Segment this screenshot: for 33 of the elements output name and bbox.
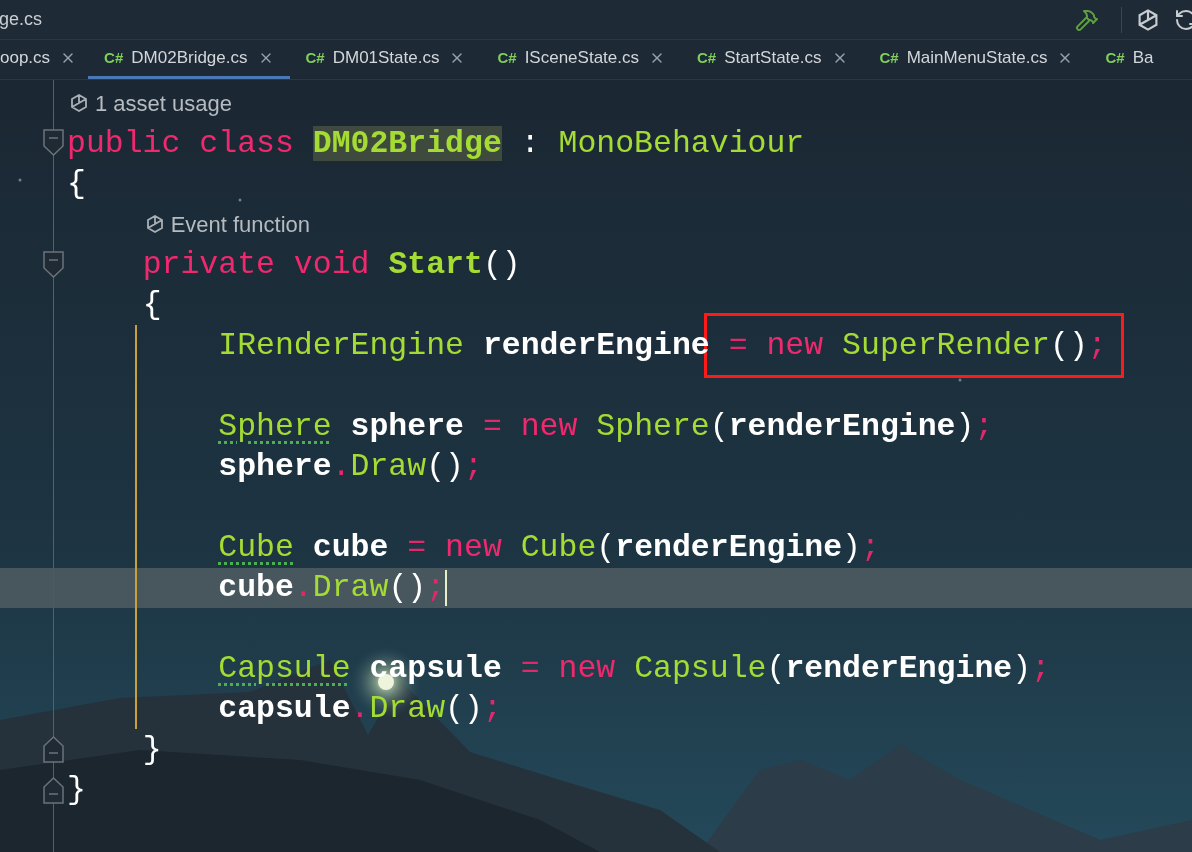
code-line: { [67,168,86,200]
refresh-icon[interactable] [1174,7,1192,32]
code-line: { [141,289,162,321]
code-line: capsule.Draw(); [217,693,502,725]
text-caret [445,569,448,606]
hammer-icon[interactable] [1075,7,1099,32]
file-type-label: C# [697,47,717,68]
code-line: Sphere sphere = new Sphere(renderEngine); [217,410,994,443]
code-line: public class DM02Bridge : MonoBehaviour [67,127,805,160]
cube-icon [1136,7,1160,32]
file-tab[interactable]: oop.cs [0,40,89,79]
file-type-label: C# [1105,47,1125,68]
file-tab[interactable]: C# ISceneState.cs [481,40,681,79]
code-hint[interactable]: 1 asset usage [95,86,232,120]
code-line: Capsule capsule = new Capsule(renderEngine); [217,652,1051,685]
code-hint[interactable]: Event function [170,207,311,241]
file-type-label: C# [104,47,124,68]
code-line: } [141,733,162,766]
file-tab[interactable]: C# MainMenuState.cs [863,40,1090,79]
code-line: sphere.Draw(); [217,450,483,483]
cube-icon [69,93,89,114]
code-line: Cube cube = new Cube(renderEngine); [217,531,880,564]
window-title: ge.cs [0,8,43,31]
file-type-label: C# [879,47,899,68]
file-tab[interactable]: C# StartState.cs [681,40,864,79]
file-type-label: C# [305,47,325,68]
cube-icon [144,214,165,235]
file-tab[interactable]: C# DM01State.cs [289,40,482,79]
code-line: cube.Draw(); [217,572,446,604]
code-line: private void Start() [141,249,521,281]
file-type-label: C# [497,47,517,68]
file-tab[interactable]: C# Ba [1089,40,1170,79]
code-line: } [67,774,86,806]
